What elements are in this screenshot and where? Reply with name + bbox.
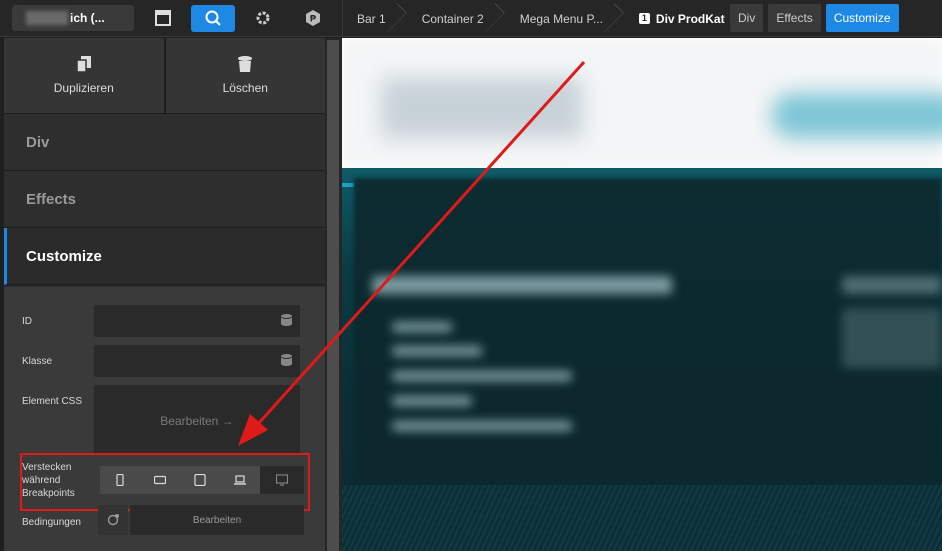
preview-menu-item (392, 421, 572, 431)
class-label: Klasse (22, 356, 53, 367)
preview-button (772, 93, 942, 138)
css-edit-link[interactable]: Bearbeiten → (94, 414, 300, 428)
breadcrumb-label: Container 2 (421, 11, 484, 26)
panel-scrollbar-thumb[interactable] (327, 40, 339, 551)
element-actions: Duplizieren Löschen (4, 38, 325, 114)
id-label: ID (22, 316, 32, 327)
breadcrumb-item[interactable]: Container 2 (408, 0, 506, 37)
preview-menu-item (392, 371, 572, 381)
class-input[interactable] (94, 345, 300, 377)
tab-div[interactable]: Div (730, 4, 764, 32)
duplicate-button[interactable]: Duplizieren (4, 38, 164, 113)
breadcrumb: Bar 1 Container 2 Mega Menu P... 1 Div P… (342, 0, 739, 37)
trash-icon (238, 56, 253, 72)
preview-menu-item (392, 346, 482, 356)
section-effects[interactable]: Effects (4, 171, 325, 228)
site-title-label: ich (... (70, 11, 105, 25)
conditions-edit-button[interactable]: Bearbeiten (130, 505, 304, 535)
plugin-icon[interactable]: ₱ (291, 5, 335, 32)
tab-effects[interactable]: Effects (768, 4, 821, 32)
conditions-icon[interactable] (98, 505, 128, 535)
delete-label: Löschen (222, 81, 268, 95)
preview-wave-pattern (342, 485, 942, 551)
preview-menu-item (392, 396, 472, 406)
element-tabs: Div Effects Customize (730, 4, 899, 32)
breadcrumb-current[interactable]: 1 Div ProdKat (625, 0, 739, 37)
duplicate-label: Duplizieren (53, 81, 114, 95)
window-icon[interactable] (141, 5, 185, 32)
database-icon[interactable] (281, 314, 292, 326)
preview-menu-block (842, 308, 942, 368)
site-title-button[interactable]: ich (... (12, 5, 134, 31)
copy-icon (76, 56, 91, 72)
preview-menu-heading (372, 276, 672, 294)
breadcrumb-item[interactable]: Bar 1 (343, 0, 408, 37)
element-css-editor[interactable]: Bearbeiten → (94, 385, 300, 455)
annotation-highlight-box (20, 453, 310, 511)
preview-menu-item (392, 322, 452, 332)
database-icon[interactable] (281, 354, 292, 366)
preview-logo (382, 78, 582, 138)
section-div[interactable]: Div (4, 114, 325, 171)
section-customize[interactable]: Customize (4, 228, 325, 285)
breadcrumb-label: Div ProdKat (655, 11, 725, 26)
svg-text:₱: ₱ (310, 14, 316, 24)
canvas-preview[interactable] (342, 38, 942, 551)
level-badge: 1 (638, 13, 650, 24)
breadcrumb-item[interactable]: Mega Menu P... (506, 0, 625, 37)
breadcrumb-label: Mega Menu P... (519, 11, 603, 26)
preview-menu-heading (842, 276, 942, 294)
delete-button[interactable]: Löschen (163, 38, 325, 113)
search-icon[interactable] (191, 4, 235, 32)
conditions-label: Bedingungen (22, 517, 81, 528)
tab-customize[interactable]: Customize (825, 4, 899, 32)
redacted-text (26, 11, 68, 25)
element-css-label: Element CSS (22, 396, 83, 407)
breadcrumb-label: Bar 1 (357, 11, 386, 26)
preview-edge-strip (342, 183, 354, 187)
gear-icon[interactable] (241, 5, 285, 32)
id-input[interactable] (94, 305, 300, 337)
